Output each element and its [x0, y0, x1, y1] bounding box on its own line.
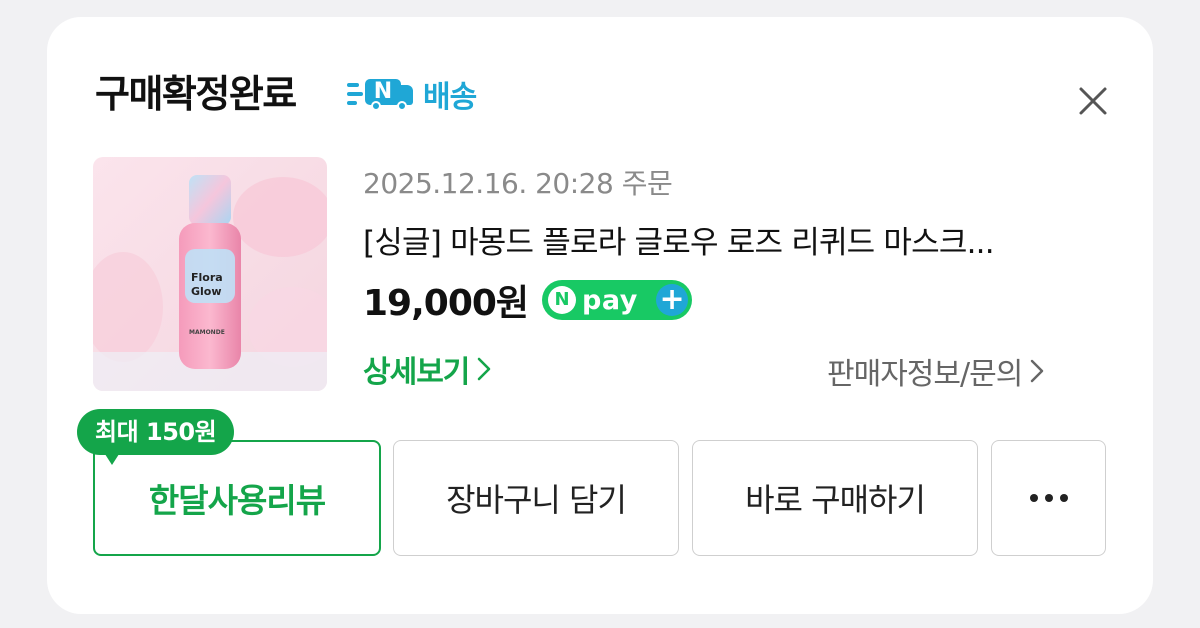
svg-text:Flora: Flora — [191, 271, 223, 284]
add-to-cart-label: 장바구니 담기 — [446, 481, 627, 519]
purchase-confirmation-card: 구매확정완료 N 배송 Flora Glow MAMONDE 2025.12.1… — [47, 17, 1153, 614]
chevron-right-icon — [478, 357, 491, 381]
add-to-cart-button[interactable]: 장바구니 담기 — [393, 440, 679, 556]
npay-plus-badge: N pay + — [542, 280, 693, 320]
delivery-truck-icon: N — [365, 77, 417, 111]
buy-now-button[interactable]: 바로 구매하기 — [692, 440, 978, 556]
plus-icon: + — [656, 284, 689, 316]
view-details-link[interactable]: 상세보기 — [363, 347, 491, 391]
order-date: 2025.12.16. 20:28 주문 — [363, 167, 673, 200]
more-button[interactable] — [991, 440, 1106, 556]
svg-text:MAMONDE: MAMONDE — [189, 329, 225, 336]
page-title: 구매확정완료 — [95, 72, 297, 116]
monthly-review-button[interactable]: 한달사용리뷰 — [93, 440, 381, 556]
truck-letter: N — [365, 79, 401, 105]
seller-info-label: 판매자정보/문의 — [827, 357, 1023, 392]
product-image[interactable]: Flora Glow MAMONDE — [93, 157, 327, 391]
npay-label: pay — [582, 284, 638, 316]
product-name[interactable]: [싱글] 마몽드 플로라 글로우 로즈 리퀴드 마스크... — [363, 217, 1103, 262]
price-row: 19,000원 N pay + — [363, 275, 693, 325]
price: 19,000원 — [363, 283, 529, 324]
close-icon — [1079, 87, 1107, 115]
chevron-right-icon — [1031, 359, 1044, 383]
reward-bubble-tail — [103, 451, 121, 465]
n-delivery-badge: N 배송 — [347, 73, 477, 115]
delivery-label: 배송 — [423, 80, 477, 115]
more-horizontal-icon — [1029, 494, 1068, 502]
view-details-label: 상세보기 — [363, 355, 470, 390]
npay-n-icon: N — [548, 286, 577, 314]
monthly-review-label: 한달사용리뷰 — [148, 481, 326, 520]
buy-now-label: 바로 구매하기 — [745, 481, 926, 519]
seller-info-link[interactable]: 판매자정보/문의 — [827, 349, 1044, 393]
speed-lines-icon — [347, 83, 363, 105]
reward-bubble: 최대 150원 — [77, 409, 235, 455]
close-button[interactable] — [1075, 83, 1111, 119]
svg-text:Glow: Glow — [191, 285, 222, 298]
